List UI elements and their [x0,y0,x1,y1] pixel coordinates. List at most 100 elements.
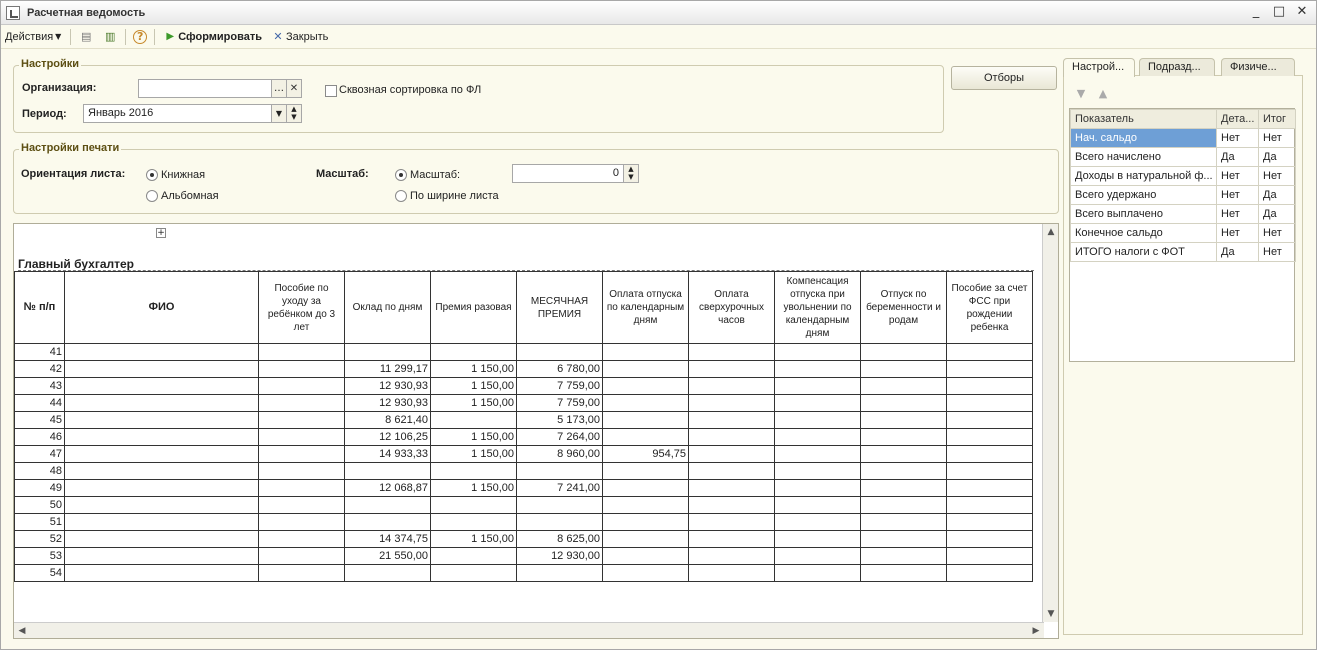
cross-sort-checkbox[interactable] [325,85,337,97]
scale-input[interactable]: 0 [512,164,624,183]
scroll-left-icon[interactable]: ◀ [14,623,30,638]
vertical-scrollbar[interactable]: ▲ ▼ [1042,224,1058,622]
column-header: Премия разовая [430,271,517,344]
child-care-benefit-cell [258,513,345,531]
portrait-radio[interactable] [146,169,158,181]
indicator-detail-cell[interactable]: Да [1216,147,1259,167]
expand-icon[interactable]: + [156,228,166,238]
vacation-pay-cell [602,513,689,531]
indicators-table[interactable]: Показатель Дета... Итог Нач. сальдо Нет Не… [1069,108,1296,362]
toolbar-separator [154,28,156,45]
empty-cell [946,462,1033,480]
empty-cell [774,343,861,361]
empty-cell [688,530,775,548]
indicator-detail-cell[interactable]: Нет [1216,166,1259,186]
generate-button[interactable]: ▶ Сформировать [158,27,266,47]
empty-cell [860,411,947,429]
column-header: Оклад по дням [344,271,431,344]
empty-cell [774,564,861,582]
maximize-button[interactable]: □ [1271,4,1287,20]
help-button[interactable]: ? [129,27,151,47]
indicator-detail-cell[interactable]: Нет [1216,185,1259,205]
filters-button[interactable]: Отборы [951,66,1057,90]
indicator-total-cell[interactable]: Нет [1258,242,1296,262]
indicator-total-cell[interactable]: Да [1258,147,1296,167]
row-number-cell: 53 [14,547,65,565]
indicator-name-cell[interactable]: Конечное сальдо [1070,223,1217,243]
table-row: 47 14 933,33 1 150,00 8 960,00 954,75 [14,445,1033,463]
table-row: 50 [14,496,1033,514]
indicator-row[interactable]: Всего удержано Нет Да [1070,185,1296,205]
column-header[interactable]: Итог [1258,109,1296,129]
organization-select-button[interactable]: … [271,79,287,98]
empty-cell [688,547,775,565]
row-number-cell: 49 [14,479,65,497]
indicator-detail-cell[interactable]: Нет [1216,223,1259,243]
child-care-benefit-cell [258,394,345,412]
landscape-radio[interactable] [146,190,158,202]
empty-cell [860,377,947,395]
toolbar-separator [125,28,127,45]
move-up-icon[interactable]: ▲ [1095,86,1111,102]
empty-cell [860,343,947,361]
indicators-header-row: Показатель Дета... Итог [1070,109,1296,129]
indicator-total-cell[interactable]: Нет [1258,128,1296,148]
indicator-row[interactable]: Доходы в натуральной ф... Нет Нет [1070,166,1296,186]
scale-stepper[interactable]: ▲ ▼ [623,164,639,183]
save-settings-button[interactable]: ▤ [74,27,98,47]
indicator-name-cell[interactable]: Нач. сальдо [1070,128,1217,148]
scale-radio[interactable] [395,169,407,181]
settings-group-title: Настройки [19,58,82,70]
report-window: Расчетная ведомость _ □ ✕ Действия ▼ ▤ ▥… [0,0,1317,650]
indicator-row[interactable]: Нач. сальдо Нет Нет [1070,128,1296,148]
indicator-name-cell[interactable]: Доходы в натуральной ф... [1070,166,1217,186]
row-number-cell: 50 [14,496,65,514]
horizontal-scrollbar[interactable]: ◀ ▶ [14,622,1044,638]
period-stepper[interactable]: ▲ ▼ [286,104,302,123]
restore-settings-button[interactable]: ▥ [98,27,122,47]
column-header[interactable]: Дета... [1216,109,1259,129]
close-window-button[interactable]: ✕ [1294,4,1310,20]
title-bar: Расчетная ведомость _ □ ✕ [1,1,1316,25]
indicator-total-cell[interactable]: Да [1258,185,1296,205]
column-header[interactable]: Показатель [1070,109,1217,129]
empty-cell [860,462,947,480]
report-spreadsheet[interactable]: + Главный бухгалтер № п/п ФИО Пособие по… [13,223,1059,639]
indicator-row[interactable]: ИТОГО налоги с ФОТ Да Нет [1070,242,1296,262]
scroll-up-icon[interactable]: ▲ [1043,224,1058,240]
tab-settings[interactable]: Настрой... [1063,58,1135,77]
organization-field[interactable] [138,79,272,98]
daily-salary-cell [344,564,431,582]
indicator-name-cell[interactable]: ИТОГО налоги с ФОТ [1070,242,1217,262]
indicator-row[interactable]: Конечное сальдо Нет Нет [1070,223,1296,243]
indicator-row[interactable]: Всего выплачено Нет Да [1070,204,1296,224]
scroll-down-icon[interactable]: ▼ [1043,606,1058,622]
employee-name-cell [64,462,259,480]
indicator-name-cell[interactable]: Всего начислено [1070,147,1217,167]
move-down-icon[interactable]: ▼ [1073,86,1089,102]
save-settings-icon: ▤ [81,29,92,43]
indicator-name-cell[interactable]: Всего выплачено [1070,204,1217,224]
indicator-detail-cell[interactable]: Нет [1216,204,1259,224]
one-time-bonus-cell: 1 150,00 [430,445,517,463]
minimize-button[interactable]: _ [1248,4,1264,20]
actions-menu[interactable]: Действия ▼ [1,27,67,47]
indicator-total-cell[interactable]: Да [1258,204,1296,224]
organization-clear-button[interactable]: ✕ [286,79,302,98]
indicator-detail-cell[interactable]: Нет [1216,128,1259,148]
help-icon: ? [133,29,148,44]
indicator-row[interactable]: Всего начислено Да Да [1070,147,1296,167]
period-field[interactable]: Январь 2016 [83,104,272,123]
indicator-detail-cell[interactable]: Да [1216,242,1259,262]
scroll-right-icon[interactable]: ▶ [1028,623,1044,638]
indicator-name-cell[interactable]: Всего удержано [1070,185,1217,205]
indicator-total-cell[interactable]: Нет [1258,166,1296,186]
close-button[interactable]: ✕ Закрыть [266,27,332,47]
indicator-total-cell[interactable]: Нет [1258,223,1296,243]
tab-individuals[interactable]: Физиче... [1221,58,1295,76]
period-dropdown-button[interactable]: ▼ [271,104,287,123]
empty-cell [774,513,861,531]
tab-departments[interactable]: Подразд... [1139,58,1215,76]
monthly-bonus-cell [516,496,603,514]
fit-width-radio[interactable] [395,190,407,202]
